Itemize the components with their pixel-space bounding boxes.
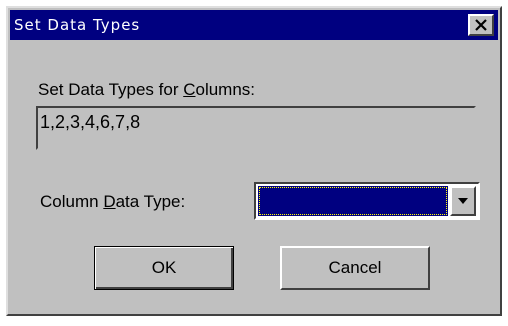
title-bar[interactable]: Set Data Types	[10, 10, 498, 40]
data-type-selected-value	[258, 186, 448, 216]
columns-field[interactable]: 1,2,3,4,6,7,8	[36, 106, 476, 150]
data-type-select[interactable]	[254, 182, 480, 220]
columns-label-prefix: Set Data Types for	[38, 80, 184, 99]
data-type-label-suffix: ata Type:	[115, 192, 186, 211]
data-type-label: Column Data Type:	[40, 192, 185, 212]
columns-label-suffix: olumns:	[195, 80, 256, 99]
window-title: Set Data Types	[14, 16, 141, 34]
close-button[interactable]	[468, 14, 494, 36]
columns-label-mnemonic: C	[183, 80, 196, 99]
close-icon	[475, 19, 487, 31]
ok-button-label: OK	[151, 258, 177, 277]
cancel-button[interactable]: Cancel	[280, 246, 430, 290]
data-type-label-mnemonic: D	[103, 192, 116, 211]
ok-button[interactable]: OK	[94, 246, 234, 290]
cancel-button-label: Cancel	[328, 258, 382, 277]
data-type-label-prefix: Column	[40, 192, 104, 211]
columns-label: Set Data Types for Columns:	[38, 80, 255, 100]
dropdown-arrow-button[interactable]	[450, 186, 476, 216]
chevron-down-icon	[458, 198, 468, 204]
set-data-types-dialog: Set Data Types Set Data Types for Column…	[6, 6, 502, 316]
columns-value: 1,2,3,4,6,7,8	[40, 112, 141, 132]
